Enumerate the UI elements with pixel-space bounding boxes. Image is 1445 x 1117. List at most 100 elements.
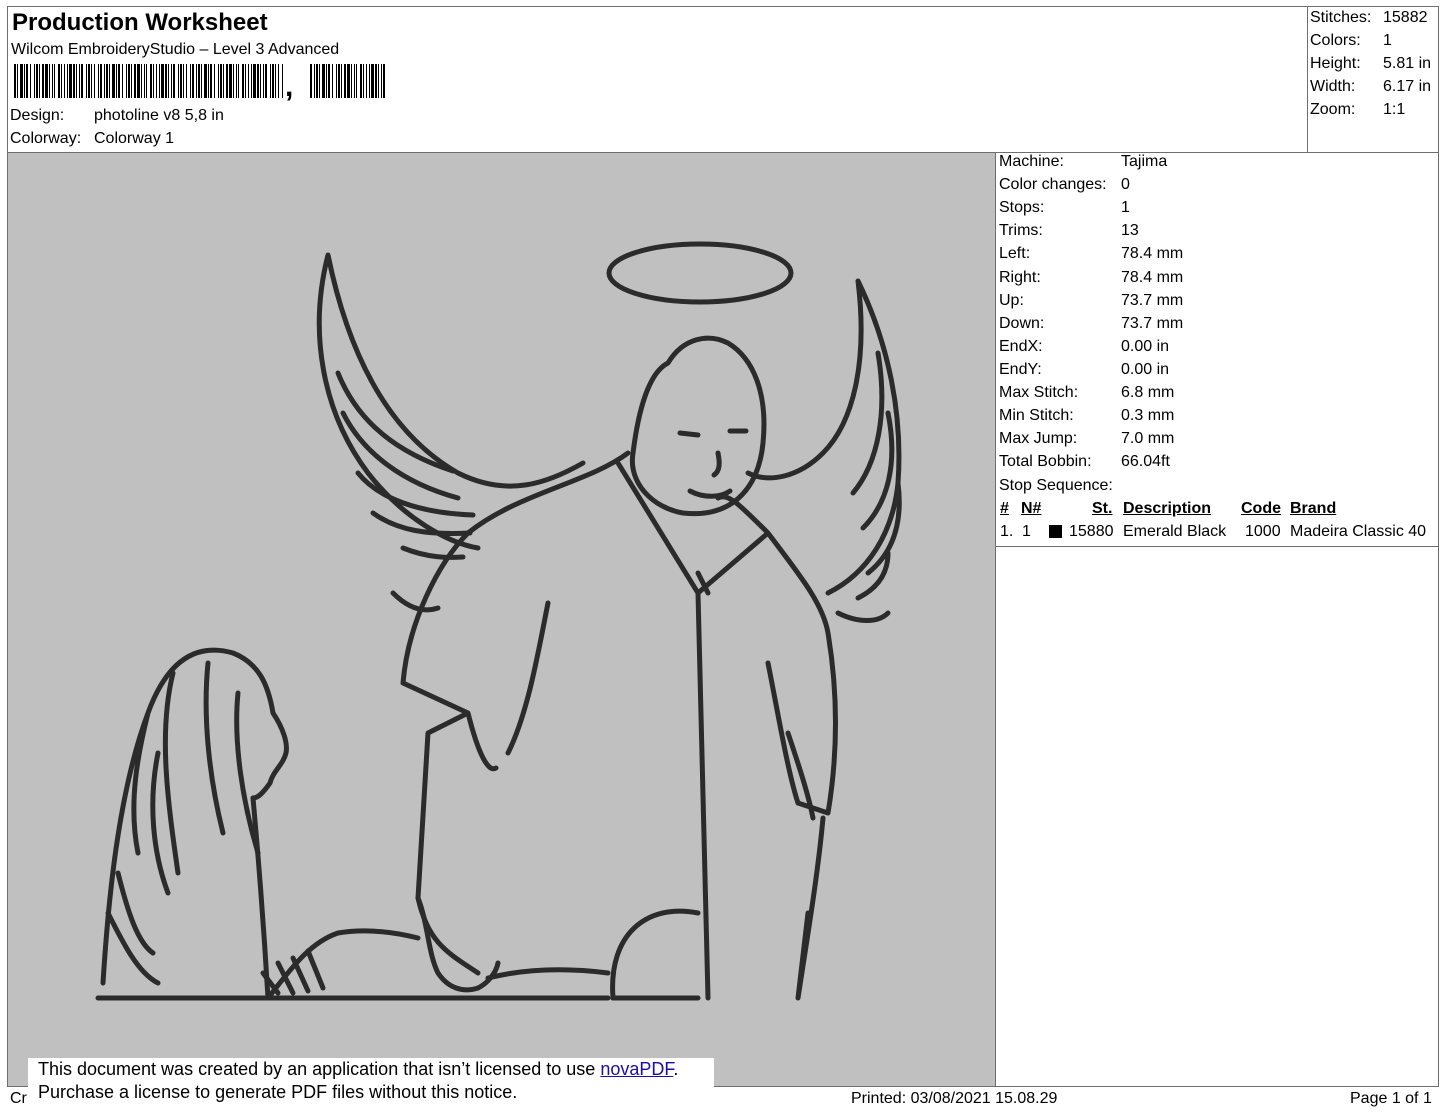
stat-label: Stitches: [1310,9,1372,26]
spec-row: Total Bobbin: 66.04ft [999,452,1170,472]
col-header: N# [1021,500,1042,517]
notice-text: This document was created by an applicat… [38,1059,601,1079]
stat-label: Zoom: [1310,101,1356,118]
spec-label: EndY: [999,360,1042,378]
spec-value: Tajima [1121,153,1168,170]
spec-row: Stops: 1 [999,198,1130,218]
design-label: Design: [10,107,65,124]
spec-value: 78.4 mm [1121,268,1184,286]
stat-row: Colors: 1 [1310,31,1392,51]
design-value: photoline v8 5,8 in [94,107,224,124]
stat-row: Height: 5.81 in [1310,54,1431,74]
man-head [629,335,767,517]
spec-label: Max Jump: [999,430,1078,448]
spec-row: Down: 73.7 mm [999,314,1183,334]
man-face [677,428,749,499]
notice-line-2: Purchase a license to generate PDF files… [38,1082,518,1102]
spec-label: Machine: [999,153,1064,170]
right-wing [745,278,902,623]
spec-row: Left: 78.4 mm [999,244,1183,264]
stop-sequence-table: # N# St. Description Code Brand 1. 1 158… [999,499,1437,543]
stat-value: 1 [1383,32,1392,49]
col-header: # [1000,500,1009,517]
novapdf-link[interactable]: novaPDF [600,1059,673,1079]
man-arm-detail [505,600,816,821]
stop-index: 1. [1000,523,1014,540]
stat-value: 15882 [1383,9,1428,26]
stop-brand: Madeira Classic 40 [1290,523,1427,540]
spec-value: 78.4 mm [1121,245,1184,263]
stop-stitches: 15880 [1069,523,1114,540]
printed-date: Printed: 03/08/2021 15.08.29 [851,1090,1058,1107]
man-shirt [400,450,838,1001]
page-title: Production Worksheet [12,9,268,36]
spec-label: Up: [999,291,1024,309]
stop-needle: 1 [1022,523,1031,540]
ground-line [95,967,611,1001]
stat-row: Stitches: 15882 [1310,8,1428,28]
spec-value: 66.04ft [1121,453,1170,471]
spec-value: 6.8 mm [1121,384,1175,401]
stat-label: Colors: [1310,32,1361,49]
spec-row: Trims: 13 [999,221,1139,241]
spec-row: Color changes: 0 [999,175,1130,195]
spec-row: Right: 78.4 mm [999,268,1183,288]
spec-value: 7.0 mm [1121,430,1175,448]
spec-label: Min Stitch: [999,407,1074,425]
col-header: Code [1241,500,1281,517]
notice-period: . [673,1059,679,1079]
software-name: Wilcom EmbroideryStudio – Level 3 Advanc… [11,41,340,58]
colorway-row: Colorway: Colorway 1 [10,129,174,149]
spec-label: Trims: [999,222,1043,240]
barcode [14,64,385,98]
spec-label: Down: [999,314,1045,332]
colorway-label: Colorway: [10,130,82,147]
blank-panel [995,546,1439,1087]
stop-sequence-title: Stop Sequence: [999,477,1113,494]
halo [606,241,794,305]
barcode-suffix: , [285,70,294,103]
stop-description: Emerald Black [1123,523,1227,540]
spec-row: Min Stitch: 0.3 mm [999,406,1174,426]
design-preview [7,152,996,1087]
notice-line-1: This document was created by an applicat… [28,1058,714,1081]
col-header: Description [1123,500,1212,517]
spec-row: EndY: 0.00 in [999,360,1169,380]
girl-hair [100,647,276,986]
spec-value: 0.3 mm [1121,407,1175,425]
spec-row: Max Jump: 7.0 mm [999,429,1174,449]
design-row: Design: photoline v8 5,8 in [10,106,224,126]
spec-label: Stops: [999,199,1045,217]
spec-value: 1 [1121,199,1130,217]
colorway-value: Colorway 1 [94,130,175,147]
page-number: Page 1 of 1 [1350,1090,1432,1107]
embroidery-artwork [95,241,902,1001]
spec-label: Right: [999,268,1041,286]
girl-sleeve [260,948,326,996]
spec-row: Max Stitch: 6.8 mm [999,383,1174,403]
spec-label: Total Bobbin: [999,453,1092,471]
stat-row: Zoom: 1:1 [1310,100,1405,120]
spec-label: Max Stitch: [999,384,1079,401]
stat-label: Width: [1310,78,1356,95]
stop-code: 1000 [1245,523,1281,540]
spec-value: 13 [1121,222,1139,240]
thread-color-swatch [1049,525,1062,538]
spec-value: 0 [1121,176,1130,194]
spec-row: Up: 73.7 mm [999,291,1183,311]
spec-label: EndX: [999,337,1043,355]
spec-value: 0.00 in [1121,360,1170,378]
stat-label: Height: [1310,55,1361,72]
spec-label: Left: [999,245,1031,263]
stat-value: 1:1 [1383,101,1406,118]
stat-value: 6.17 in [1383,78,1432,95]
spec-row: Machine: Tajima [999,152,1167,172]
stat-value: 5.81 in [1383,55,1432,72]
col-header: St. [1092,500,1113,517]
col-header: Brand [1290,500,1337,517]
stat-row: Width: 6.17 in [1310,77,1431,97]
spec-label: Color changes: [999,176,1107,194]
spec-value: 73.7 mm [1121,291,1184,309]
girl-face [250,710,289,801]
hand [415,895,501,993]
